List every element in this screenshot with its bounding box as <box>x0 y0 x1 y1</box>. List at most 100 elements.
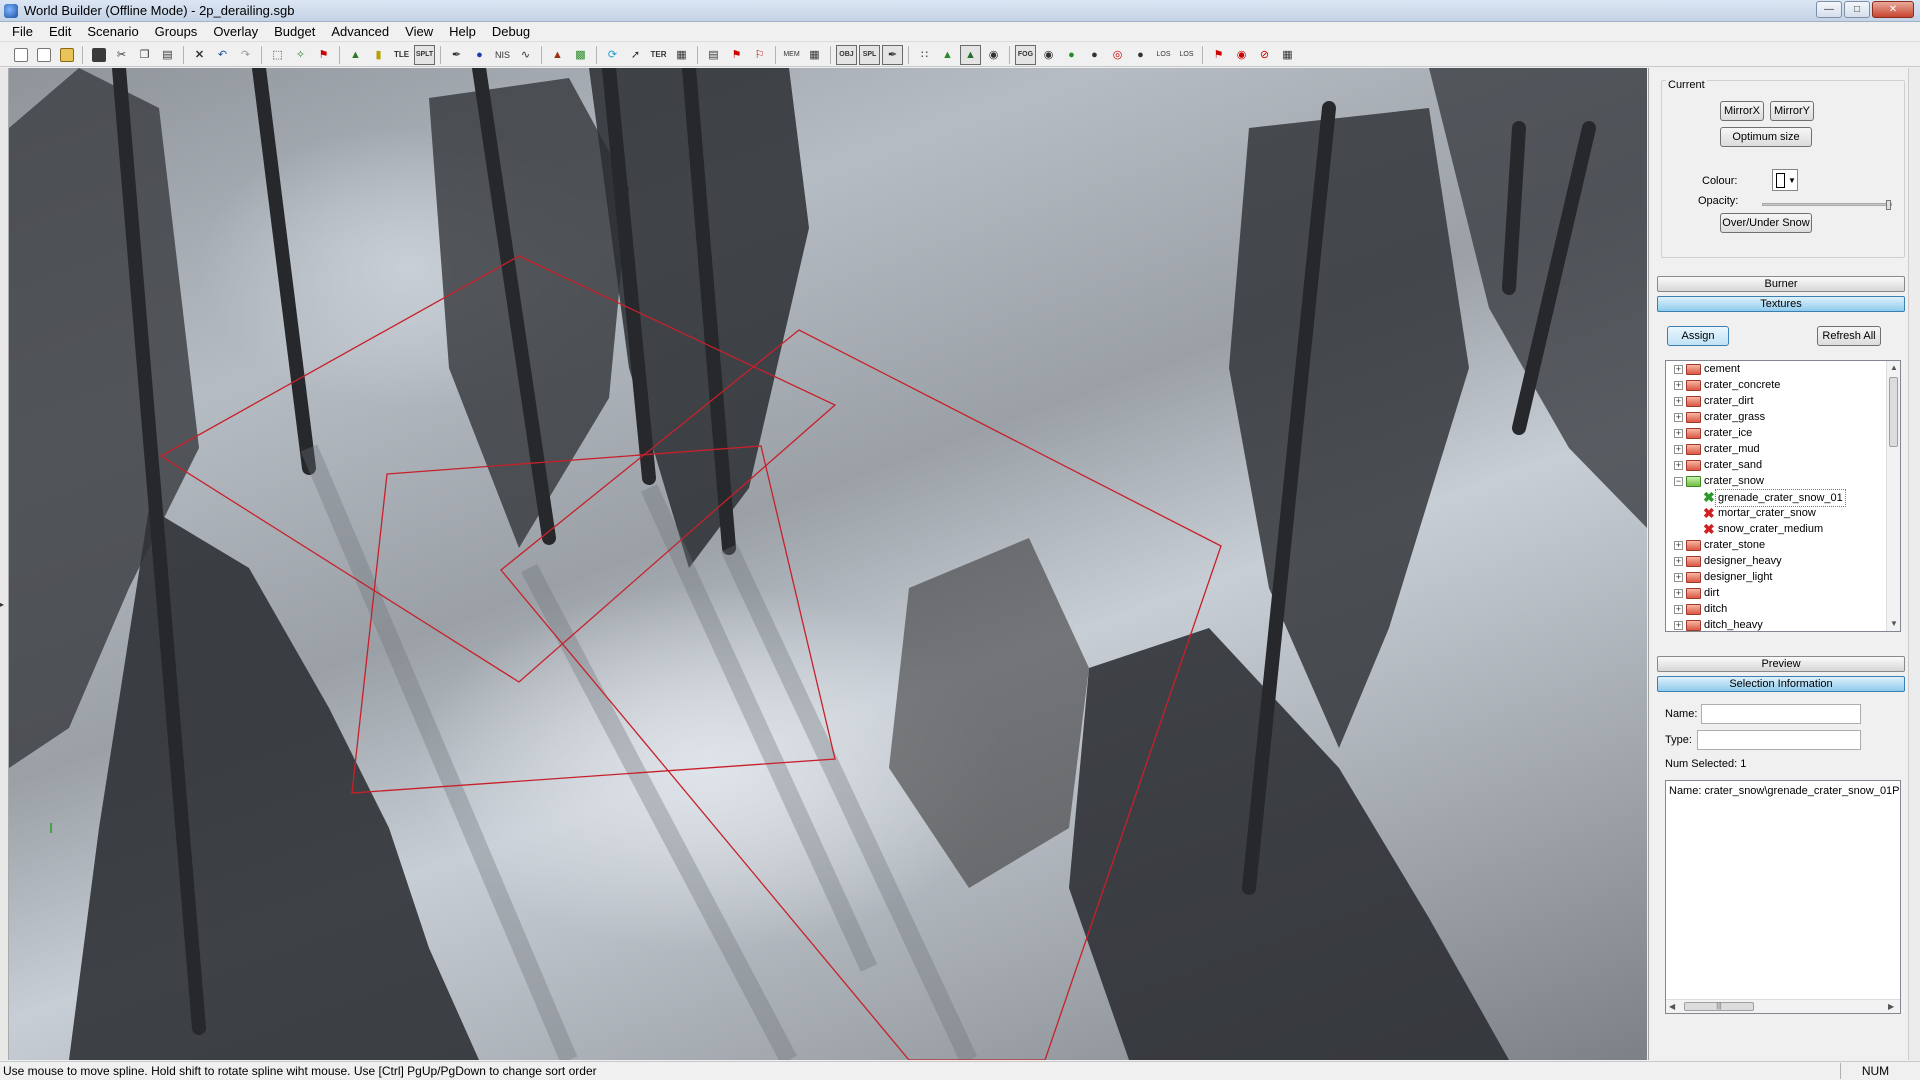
expand-icon[interactable]: + <box>1674 605 1683 614</box>
tree-item[interactable]: + designer_heavy <box>1666 553 1900 569</box>
expand-icon[interactable]: + <box>1674 397 1683 406</box>
mirrorx-button[interactable]: MirrorX <box>1720 101 1764 121</box>
measure-icon[interactable]: ➚ <box>625 45 646 65</box>
undo-icon[interactable]: ↶ <box>212 45 233 65</box>
opacity-slider-thumb[interactable] <box>1886 200 1891 210</box>
flag-route-icon[interactable]: ⚑ <box>1208 45 1229 65</box>
expand-icon[interactable]: + <box>1674 445 1683 454</box>
brush-icon[interactable]: ✒ <box>446 45 467 65</box>
water-icon[interactable]: ● <box>469 45 490 65</box>
expand-icon[interactable]: + <box>1674 573 1683 582</box>
cut-icon[interactable]: ✂ <box>111 45 132 65</box>
texture-tree[interactable]: + cement + crater_concrete + crater_dirt + crat… <box>1665 360 1901 632</box>
tree-scroll-thumb[interactable] <box>1889 377 1898 447</box>
mirrory-button[interactable]: MirrorY <box>1770 101 1814 121</box>
menu-debug[interactable]: Debug <box>484 22 538 42</box>
mem-button[interactable]: MEM <box>781 45 802 65</box>
name-field[interactable] <box>1701 704 1861 724</box>
tree-item[interactable]: − crater_snow <box>1666 473 1900 489</box>
path-icon[interactable]: ✧ <box>290 45 311 65</box>
type-field[interactable] <box>1697 730 1861 750</box>
minimize-button[interactable]: — <box>1816 1 1842 18</box>
curve-icon[interactable]: ∿ <box>515 45 536 65</box>
save-icon[interactable] <box>88 45 109 65</box>
landscape-icon[interactable]: ▲ <box>960 44 981 65</box>
tree-item[interactable]: + crater_dirt <box>1666 393 1900 409</box>
bottle-icon[interactable]: ▮ <box>368 45 389 65</box>
tree-item[interactable]: + dirt <box>1666 585 1900 601</box>
details-hscrollbar[interactable]: ◀ ||| ▶ <box>1666 999 1900 1013</box>
splt-button[interactable]: SPLT <box>414 44 435 65</box>
obj-button[interactable]: OBJ <box>836 44 857 65</box>
panel-scrollbar[interactable] <box>1908 68 1920 1060</box>
los-alt-button[interactable]: LOS <box>1176 45 1197 65</box>
maximize-button[interactable]: □ <box>1844 1 1870 18</box>
open-folder-icon[interactable] <box>56 45 77 65</box>
viewport-3d[interactable] <box>9 68 1647 1060</box>
expand-icon[interactable]: + <box>1674 589 1683 598</box>
collapse-icon[interactable]: − <box>1674 477 1683 486</box>
marker-alt-icon[interactable]: ⚐ <box>749 45 770 65</box>
target-icon[interactable]: ◎ <box>1107 45 1128 65</box>
colour-picker[interactable]: ▼ <box>1772 169 1798 191</box>
scroll-up-icon[interactable]: ▲ <box>1890 363 1898 372</box>
refresh-all-button[interactable]: Refresh All <box>1817 326 1881 346</box>
menu-view[interactable]: View <box>397 22 441 42</box>
tree-item[interactable]: + crater_grass <box>1666 409 1900 425</box>
select-region-icon[interactable]: ⬚ <box>267 45 288 65</box>
tree-item[interactable]: + crater_concrete <box>1666 377 1900 393</box>
textures-section-header[interactable]: Textures <box>1657 296 1905 312</box>
menu-file[interactable]: File <box>4 22 41 42</box>
chart-icon[interactable]: ▩ <box>570 45 591 65</box>
optimum-size-button[interactable]: Optimum size <box>1720 127 1812 147</box>
tree-scrollbar[interactable]: ▲ ▼ <box>1886 361 1900 631</box>
delete-icon[interactable]: ✕ <box>189 45 210 65</box>
tree-item[interactable]: + crater_sand <box>1666 457 1900 473</box>
table-icon[interactable]: ▦ <box>1277 45 1298 65</box>
copy-icon[interactable]: ❐ <box>134 45 155 65</box>
expand-icon[interactable]: + <box>1674 461 1683 470</box>
menu-advanced[interactable]: Advanced <box>323 22 397 42</box>
spline-tool-icon[interactable]: ✒ <box>882 44 903 65</box>
menu-overlay[interactable]: Overlay <box>205 22 266 42</box>
scroll-down-icon[interactable]: ▼ <box>1890 619 1898 628</box>
preview-section-header[interactable]: Preview <box>1657 656 1905 672</box>
burner-section-header[interactable]: Burner <box>1657 276 1905 292</box>
ban-icon[interactable]: ⊘ <box>1254 45 1275 65</box>
details-hscroll-thumb[interactable]: ||| <box>1684 1002 1754 1011</box>
paste-icon[interactable]: ▤ <box>157 45 178 65</box>
camera-icon[interactable]: ◉ <box>983 45 1004 65</box>
spl-button[interactable]: SPL <box>859 44 880 65</box>
menu-groups[interactable]: Groups <box>147 22 206 42</box>
ter-button[interactable]: TER <box>648 45 669 65</box>
fog-button[interactable]: FOG <box>1015 44 1036 65</box>
tle-button[interactable]: TLE <box>391 45 412 65</box>
menu-edit[interactable]: Edit <box>41 22 79 42</box>
new-document-icon[interactable] <box>33 45 54 65</box>
tree-item[interactable]: + crater_mud <box>1666 441 1900 457</box>
grid-icon[interactable]: ▦ <box>671 45 692 65</box>
tree-item[interactable]: ✖ mortar_crater_snow <box>1666 505 1900 521</box>
dock-arrow-icon[interactable]: ▸ <box>0 600 4 609</box>
tree-item[interactable]: + designer_light <box>1666 569 1900 585</box>
los-button[interactable]: LOS <box>1153 45 1174 65</box>
tree-icon[interactable]: ▲ <box>345 45 366 65</box>
redo-icon[interactable]: ↷ <box>235 45 256 65</box>
tree-item[interactable]: ✖ snow_crater_medium <box>1666 521 1900 537</box>
soldier-icon[interactable]: ● <box>1084 45 1105 65</box>
stop-icon[interactable]: ◉ <box>1231 45 1252 65</box>
selection-details-box[interactable]: Name: crater_snow\grenade_crater_snow_01… <box>1665 780 1901 1014</box>
eye-icon[interactable]: ◉ <box>1038 45 1059 65</box>
expand-icon[interactable]: + <box>1674 365 1683 374</box>
scroll-left-icon[interactable]: ◀ <box>1669 1002 1675 1011</box>
nis-button[interactable]: NIS <box>492 45 513 65</box>
tree-item[interactable]: ✖ grenade_crater_snow_01 <box>1666 489 1900 507</box>
expand-icon[interactable]: + <box>1674 621 1683 630</box>
tree-item[interactable]: + ditch <box>1666 601 1900 617</box>
expand-icon[interactable]: + <box>1674 557 1683 566</box>
unit-icon[interactable]: ▲ <box>547 45 568 65</box>
assign-button[interactable]: Assign <box>1667 326 1729 346</box>
tree-item[interactable]: + cement <box>1666 361 1900 377</box>
scroll-right-icon[interactable]: ▶ <box>1888 1002 1894 1011</box>
calendar-icon[interactable]: ▤ <box>703 45 724 65</box>
